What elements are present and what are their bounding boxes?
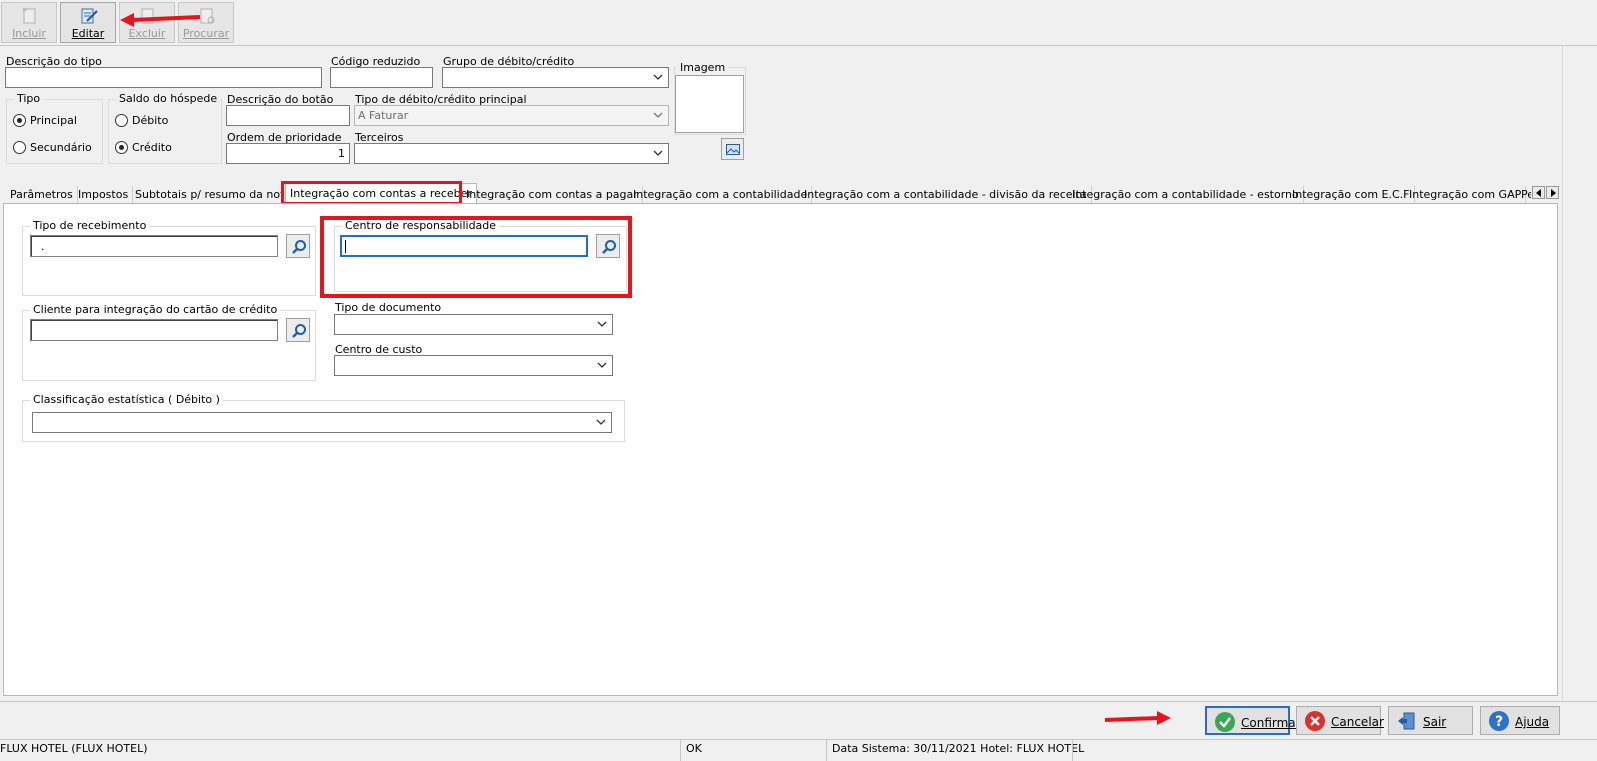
- tab-scroll-left-button[interactable]: [1532, 186, 1545, 199]
- ajuda-button[interactable]: ? Ajuda: [1480, 706, 1560, 735]
- annotation-arrow-icon: [120, 13, 201, 27]
- tipo-secundario-radio[interactable]: Secundário: [13, 141, 92, 154]
- edit-document-icon: [81, 8, 98, 24]
- tab-overflow[interactable]: Pe: [1517, 186, 1531, 203]
- cliente-input[interactable]: [30, 319, 278, 341]
- chevron-down-icon: [597, 362, 607, 368]
- descricao-botao-input[interactable]: [226, 105, 350, 126]
- sair-button[interactable]: Sair: [1388, 706, 1473, 735]
- radio-selected-icon: [13, 114, 26, 127]
- triangle-right-icon: [1551, 189, 1556, 197]
- status-right: Data Sistema: 30/11/2021 Hotel: FLUX HOT…: [832, 742, 1085, 755]
- tab-gap[interactable]: Integração com GAP: [1405, 186, 1527, 203]
- cancelar-button[interactable]: Cancelar: [1296, 706, 1384, 735]
- help-icon: ?: [1489, 711, 1509, 731]
- annotation-highlight-tab: [281, 181, 462, 205]
- chevron-down-icon: [653, 112, 663, 118]
- triangle-left-icon: [1536, 189, 1541, 197]
- image-picker-button[interactable]: [721, 138, 744, 160]
- ordem-input[interactable]: 1: [226, 143, 350, 164]
- status-divider: [826, 740, 827, 761]
- confirmar-button[interactable]: Confirmar: [1205, 706, 1301, 735]
- classificacao-select[interactable]: [32, 412, 612, 433]
- magnifier-icon: [292, 240, 306, 254]
- annotation-arrow-icon: [1104, 711, 1171, 725]
- status-bar: FLUX HOTEL (FLUX HOTEL) OK Data Sistema:…: [0, 739, 1597, 761]
- grupo-select[interactable]: [442, 67, 669, 88]
- cancel-icon: [1305, 711, 1325, 731]
- tab-contas-pagar[interactable]: Integração com contas a pagar: [462, 186, 643, 203]
- descricao-tipo-input[interactable]: [5, 67, 322, 88]
- tipo-documento-label: Tipo de documento: [335, 301, 442, 314]
- tab-impostos[interactable]: Impostos: [74, 186, 134, 203]
- status-divider: [680, 740, 681, 761]
- centro-custo-select[interactable]: [334, 355, 613, 376]
- radio-selected-icon: [115, 141, 128, 154]
- tab-contabilidade-divisao[interactable]: Integração com a contabilidade - divisão…: [800, 186, 1092, 203]
- exit-door-icon: [1397, 711, 1417, 731]
- tipo-recebimento-search-button[interactable]: [286, 234, 310, 258]
- saldo-debito-radio[interactable]: Débito: [115, 114, 168, 127]
- tipo-documento-select[interactable]: [334, 314, 613, 335]
- status-left: FLUX HOTEL (FLUX HOTEL): [0, 742, 148, 755]
- cliente-search-button[interactable]: [286, 318, 310, 342]
- saldo-group: Saldo do hóspede: [108, 92, 222, 164]
- tipo-recebimento-input[interactable]: .: [30, 235, 278, 257]
- image-preview: [675, 75, 744, 133]
- annotation-highlight-centro: [320, 216, 632, 298]
- svg-text:?: ?: [1495, 714, 1503, 730]
- tipo-group: Tipo: [6, 92, 103, 164]
- chevron-down-icon: [653, 150, 663, 156]
- footer-divider: [0, 701, 1597, 702]
- tipo-principal-select[interactable]: A Faturar: [354, 105, 669, 126]
- codigo-reduzido-input[interactable]: [330, 67, 433, 88]
- saldo-credito-radio[interactable]: Crédito: [115, 141, 172, 154]
- tab-scroll-right-button[interactable]: [1546, 186, 1559, 199]
- editar-button[interactable]: Editar: [60, 2, 116, 43]
- terceiros-select[interactable]: [354, 143, 669, 164]
- tab-parametros[interactable]: Parâmetros: [6, 186, 78, 203]
- picture-icon: [726, 144, 740, 155]
- chevron-down-icon: [596, 419, 606, 425]
- incluir-button[interactable]: Incluir: [1, 2, 57, 43]
- tab-contabilidade-estorno[interactable]: Integração com a contabilidade - estorno: [1068, 186, 1304, 203]
- tab-subtotais[interactable]: Subtotais p/ resumo da nota: [131, 186, 297, 203]
- status-divider: [1072, 740, 1073, 761]
- tab-ecf[interactable]: Integração com E.C.F: [1288, 186, 1415, 203]
- check-icon: [1215, 712, 1235, 732]
- window-scrollbar[interactable]: [1562, 46, 1597, 700]
- toolbar-divider: [0, 45, 1597, 46]
- magnifier-icon: [292, 324, 306, 338]
- chevron-down-icon: [597, 321, 607, 327]
- new-document-icon: [22, 7, 36, 24]
- radio-unselected-icon: [13, 141, 26, 154]
- radio-unselected-icon: [115, 114, 128, 127]
- chevron-down-icon: [653, 74, 663, 80]
- tipo-principal-radio[interactable]: Principal: [13, 114, 77, 127]
- tab-contabilidade[interactable]: Integração com a contabilidade: [629, 186, 813, 203]
- status-mid: OK: [686, 742, 702, 755]
